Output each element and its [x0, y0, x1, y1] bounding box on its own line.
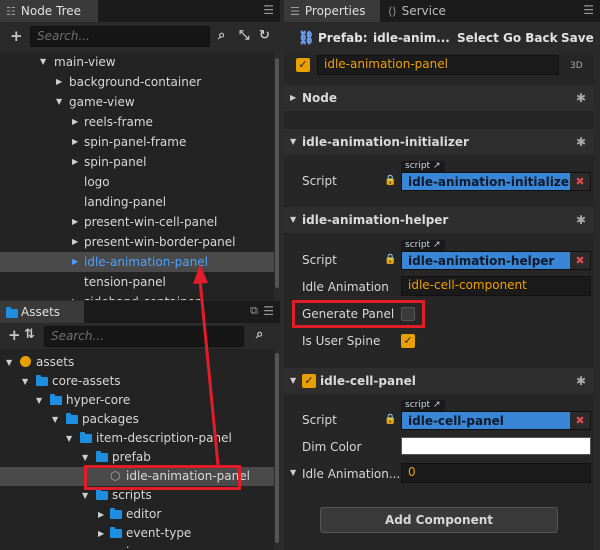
annotation-arrow	[193, 264, 220, 466]
